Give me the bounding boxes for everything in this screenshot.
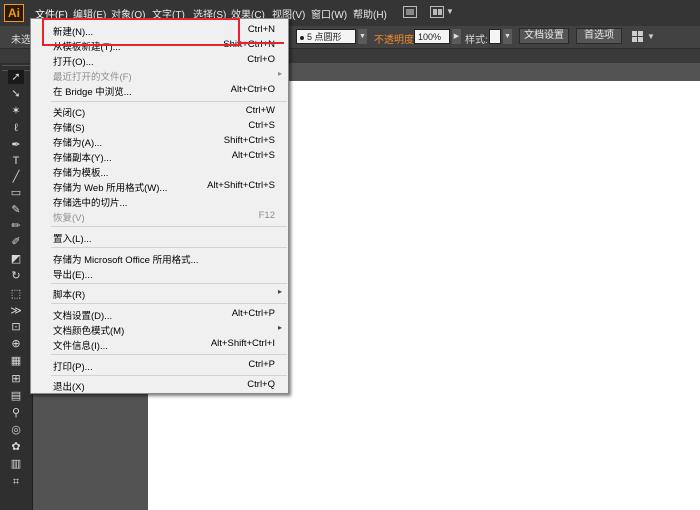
file-menu-dropdown: 新建(N)... Ctrl+N 从模板新建(T)... Shift+Ctrl+N 打… xyxy=(30,18,289,394)
menu-item-save-as-template[interactable]: 存储为模板... xyxy=(31,164,288,179)
menu-item-open[interactable]: 打开(O)... Ctrl+O xyxy=(31,53,288,68)
menu-item-document-setup[interactable]: 文档设置(D)... Alt+Ctrl+P xyxy=(31,307,288,322)
menu-item-save-as[interactable]: 存储为(A)... Shift+Ctrl+S xyxy=(31,134,288,149)
menu-item-document-color-mode[interactable]: 文档颜色模式(M) ▸ xyxy=(31,322,288,337)
blob-brush-tool-icon[interactable]: ✐ xyxy=(8,235,24,249)
symbol-sprayer-tool-icon[interactable]: ✿ xyxy=(8,440,24,454)
menu-item-new-from-template[interactable]: 从模板新建(T)... Shift+Ctrl+N xyxy=(31,38,288,53)
submenu-arrow-icon: ▸ xyxy=(277,323,282,332)
menu-item-save[interactable]: 存储(S) Ctrl+S xyxy=(31,119,288,134)
menu-item-new[interactable]: 新建(N)... Ctrl+N xyxy=(31,23,288,38)
menu-separator xyxy=(51,303,287,304)
chevron-down-icon[interactable]: ▼ xyxy=(358,29,367,44)
free-transform-tool-icon[interactable]: ⊡ xyxy=(8,320,24,334)
shape-builder-tool-icon[interactable]: ⊕ xyxy=(8,337,24,351)
selection-status: 未选 xyxy=(11,35,31,46)
direct-selection-tool-icon[interactable]: ➘ xyxy=(8,87,24,101)
paintbrush-tool-icon[interactable]: ✎ xyxy=(8,203,24,217)
document-setup-button[interactable]: 文档设置 xyxy=(519,28,569,44)
opacity-label[interactable]: 不透明度 xyxy=(374,31,414,46)
submenu-arrow-icon: ▸ xyxy=(277,69,282,78)
arrange-documents-icon[interactable] xyxy=(430,6,444,18)
chevron-down-icon[interactable]: ▼ xyxy=(446,7,454,16)
gradient-tool-icon[interactable]: ▤ xyxy=(8,389,24,403)
artboard-tool-icon[interactable]: ⌗ xyxy=(8,475,24,489)
bridge-icon[interactable] xyxy=(403,6,417,18)
brush-definition-dropdown[interactable]: 5 点圆形 xyxy=(296,29,356,44)
eraser-tool-icon[interactable]: ◩ xyxy=(8,252,24,266)
magic-wand-tool-icon[interactable]: ✶ xyxy=(8,104,24,118)
chevron-down-icon[interactable]: ▼ xyxy=(503,29,512,44)
brush-dot-icon xyxy=(300,35,304,40)
brush-value: 5 点圆形 xyxy=(307,32,342,42)
preferences-button[interactable]: 首选项 xyxy=(576,28,622,44)
menu-item-file-info[interactable]: 文件信息(I)... Alt+Shift+Ctrl+I xyxy=(31,337,288,352)
menu-item-revert[interactable]: 恢复(V) F12 xyxy=(31,209,288,224)
menu-help[interactable]: 帮助(H) xyxy=(353,6,387,21)
mesh-tool-icon[interactable]: ⊞ xyxy=(8,372,24,386)
menu-item-browse-bridge[interactable]: 在 Bridge 中浏览... Alt+Ctrl+O xyxy=(31,83,288,98)
eyedropper-tool-icon[interactable]: ⚲ xyxy=(8,406,24,420)
line-segment-tool-icon[interactable]: ╱ xyxy=(8,170,24,184)
menu-item-save-for-web[interactable]: 存储为 Web 所用格式(W)... Alt+Shift+Ctrl+S xyxy=(31,179,288,194)
menu-item-scripts[interactable]: 脚本(R) ▸ xyxy=(31,286,288,301)
perspective-grid-tool-icon[interactable]: ▦ xyxy=(8,354,24,368)
rotate-tool-icon[interactable]: ↻ xyxy=(8,269,24,283)
menu-item-save-for-office[interactable]: 存储为 Microsoft Office 所用格式... xyxy=(31,251,288,266)
pencil-tool-icon[interactable]: ✏ xyxy=(8,219,24,233)
align-icon[interactable] xyxy=(632,31,644,42)
style-swatch[interactable] xyxy=(489,29,501,44)
rectangle-tool-icon[interactable]: ▭ xyxy=(8,186,24,200)
type-tool-icon[interactable]: T xyxy=(8,154,24,168)
pen-tool-icon[interactable]: ✒ xyxy=(8,138,24,152)
opacity-input[interactable]: 100% xyxy=(414,29,450,44)
menu-item-open-recent[interactable]: 最近打开的文件(F) ▸ xyxy=(31,68,288,83)
tools-panel: ➚ ➘ ✶ ℓ ✒ T ╱ ▭ ✎ ✏ ✐ ◩ ↻ ⬚ ≫ ⊡ ⊕ ▦ ⊞ ▤ … xyxy=(0,63,33,510)
menu-item-place[interactable]: 置入(L)... xyxy=(31,230,288,245)
menu-separator xyxy=(51,101,287,102)
width-tool-icon[interactable]: ≫ xyxy=(8,304,24,318)
menu-item-exit[interactable]: 退出(X) Ctrl+Q xyxy=(31,378,288,393)
menu-item-close[interactable]: 关闭(C) Ctrl+W xyxy=(31,104,288,119)
style-label: 样式: xyxy=(465,35,488,46)
menu-item-export[interactable]: 导出(E)... xyxy=(31,266,288,281)
column-graph-tool-icon[interactable]: ▥ xyxy=(8,457,24,471)
menu-separator xyxy=(51,354,287,355)
menu-separator xyxy=(51,283,287,284)
scale-tool-icon[interactable]: ⬚ xyxy=(8,287,24,301)
menu-item-print[interactable]: 打印(P)... Ctrl+P xyxy=(31,358,288,373)
menu-separator xyxy=(51,247,287,248)
submenu-arrow-icon: ▸ xyxy=(277,287,282,296)
lasso-tool-icon[interactable]: ℓ xyxy=(8,121,24,135)
menu-item-save-copy[interactable]: 存储副本(Y)... Alt+Ctrl+S xyxy=(31,149,288,164)
menu-separator xyxy=(51,375,287,376)
menu-item-save-selected-slices[interactable]: 存储选中的切片... xyxy=(31,194,288,209)
selection-tool-icon[interactable]: ➚ xyxy=(8,70,24,84)
chevron-down-icon[interactable]: ▼ xyxy=(647,32,655,41)
illustrator-logo: Ai xyxy=(4,4,24,22)
menu-window[interactable]: 窗口(W) xyxy=(311,6,347,21)
blend-tool-icon[interactable]: ◎ xyxy=(8,423,24,437)
chevron-right-icon[interactable]: ▶ xyxy=(452,29,461,44)
menu-separator xyxy=(51,226,287,227)
